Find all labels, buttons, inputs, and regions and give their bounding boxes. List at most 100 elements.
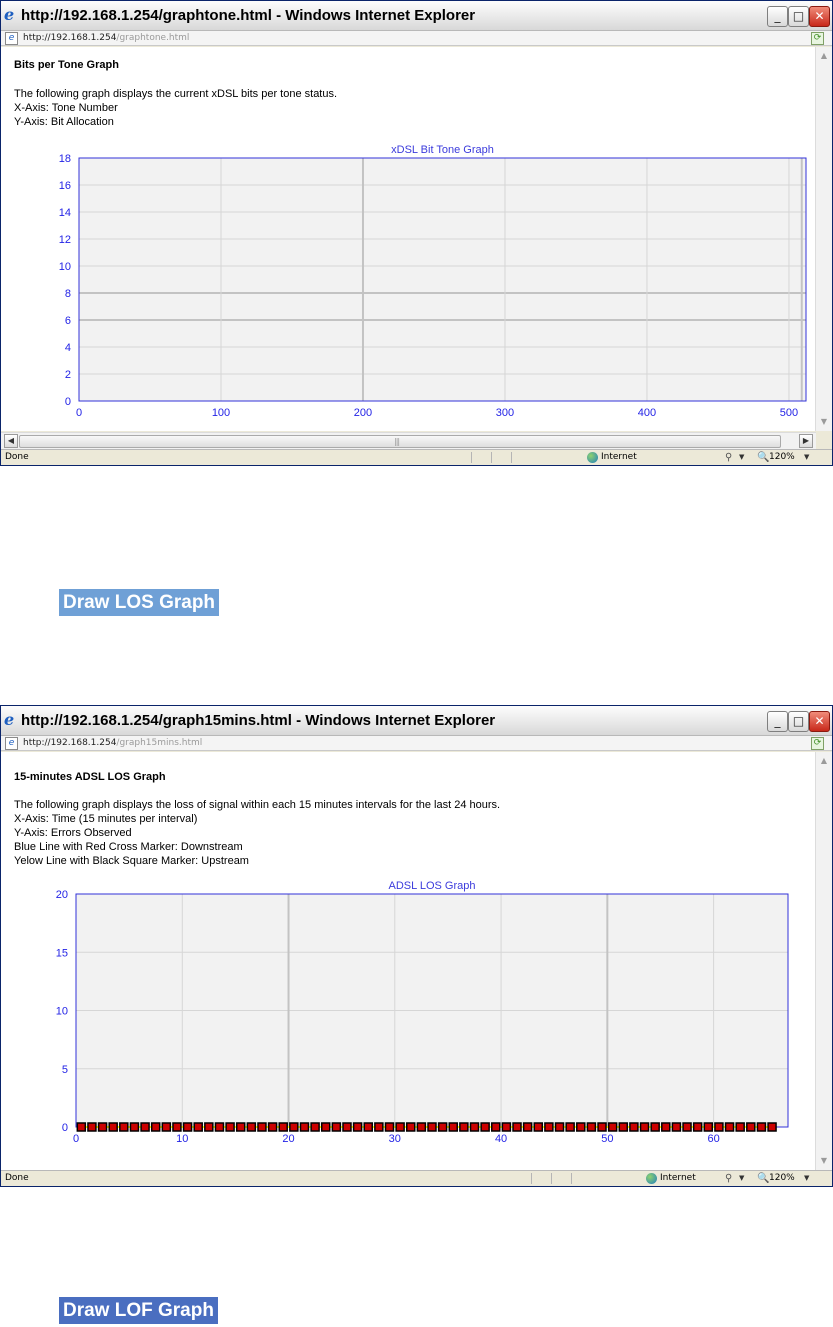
- data-point: [703, 1122, 714, 1132]
- scroll-left-icon[interactable]: ◀: [4, 434, 18, 448]
- data-point: [267, 1122, 278, 1132]
- data-point: [108, 1122, 118, 1132]
- ie-logo-icon: e: [4, 5, 15, 24]
- scroll-thumb[interactable]: |||: [19, 435, 781, 448]
- data-point: [235, 1122, 246, 1132]
- globe-icon: [646, 1173, 657, 1184]
- zoom-level[interactable]: 120%: [769, 450, 795, 465]
- data-point: [246, 1122, 257, 1132]
- chevron-down-icon[interactable]: ▼: [804, 1171, 809, 1186]
- security-zone: Internet: [601, 452, 637, 462]
- data-point: [724, 1122, 735, 1132]
- data-point: [512, 1122, 522, 1132]
- window-title: http://192.168.1.254/graphtone.html - Wi…: [21, 7, 476, 24]
- y-tick-label: 15: [56, 947, 68, 959]
- data-point: [119, 1122, 129, 1132]
- data-point: [735, 1122, 745, 1132]
- data-point: [384, 1122, 395, 1132]
- draw-los-graph-button[interactable]: Draw LOS Graph: [59, 589, 220, 616]
- data-point: [522, 1122, 533, 1132]
- minimize-button[interactable]: _: [767, 6, 788, 27]
- x-tick-label: 10: [176, 1133, 188, 1145]
- data-point: [565, 1122, 575, 1132]
- address-url[interactable]: http://192.168.1.254/graphtone.html: [23, 32, 189, 44]
- data-point: [746, 1122, 756, 1132]
- status-text: Done: [5, 1173, 29, 1183]
- protected-mode-icon[interactable]: ⚲: [725, 1171, 732, 1186]
- scroll-down-icon[interactable]: ▼: [817, 1154, 831, 1168]
- chevron-down-icon[interactable]: ▼: [804, 450, 809, 465]
- refresh-icon[interactable]: ⟳: [811, 32, 824, 45]
- y-tick-label: 12: [59, 234, 71, 246]
- y-tick-label: 6: [65, 315, 71, 327]
- data-point: [448, 1122, 459, 1132]
- status-divider: [551, 1173, 552, 1184]
- zoom-icon[interactable]: 🔍: [757, 450, 769, 465]
- data-point: [352, 1122, 363, 1132]
- y-tick-label: 5: [62, 1064, 68, 1076]
- data-point: [374, 1122, 384, 1132]
- data-point: [597, 1122, 607, 1132]
- bit-tone-chart: xDSL Bit Tone Graph 0 2 4 6 8 10 12 14 16 18 0 100 2…: [59, 144, 807, 419]
- chevron-down-icon[interactable]: ▼: [739, 450, 744, 465]
- data-point: [161, 1122, 172, 1132]
- data-point: [671, 1122, 682, 1132]
- data-point: [363, 1122, 373, 1132]
- address-bar[interactable]: e http://192.168.1.254/graph15mins.html …: [1, 736, 832, 751]
- page-content: Bits per Tone Graph The following graph …: [1, 47, 816, 431]
- address-bar[interactable]: e http://192.168.1.254/graphtone.html ⟳: [1, 31, 832, 46]
- data-point: [501, 1122, 512, 1132]
- y-tick-label: 18: [59, 153, 71, 165]
- data-point: [299, 1122, 310, 1132]
- data-point: [193, 1122, 203, 1132]
- maximize-button[interactable]: □: [788, 711, 809, 732]
- close-button[interactable]: ✕: [809, 711, 830, 732]
- status-divider: [491, 452, 492, 463]
- y-tick-label: 14: [59, 207, 71, 219]
- data-point: [661, 1122, 671, 1132]
- browser-window-los: e http://192.168.1.254/graph15mins.html …: [0, 705, 833, 1187]
- data-point: [416, 1122, 427, 1132]
- scroll-down-icon[interactable]: ▼: [817, 415, 831, 429]
- scroll-right-icon[interactable]: ▶: [799, 434, 813, 448]
- x-tick-label: 20: [282, 1133, 294, 1145]
- y-tick-label: 4: [65, 342, 71, 354]
- y-tick-label: 16: [59, 180, 71, 192]
- data-point: [320, 1122, 331, 1132]
- data-point: [469, 1122, 480, 1132]
- address-url[interactable]: http://192.168.1.254/graph15mins.html: [23, 737, 202, 749]
- y-tick-label: 10: [56, 1006, 68, 1018]
- data-point: [629, 1122, 639, 1132]
- horizontal-scrollbar[interactable]: ◀ ||| ▶: [1, 432, 816, 449]
- page-content: 15-minutes ADSL LOS Graph The following …: [1, 752, 816, 1170]
- zoom-level[interactable]: 120%: [769, 1171, 795, 1186]
- data-point: [395, 1122, 405, 1132]
- y-tick-label: 10: [59, 261, 71, 273]
- data-point: [342, 1122, 352, 1132]
- data-point: [459, 1122, 469, 1132]
- data-point: [554, 1122, 565, 1132]
- data-point: [756, 1122, 767, 1132]
- vertical-scrollbar[interactable]: ▲ ▼: [815, 47, 832, 431]
- chevron-down-icon[interactable]: ▼: [739, 1171, 744, 1186]
- data-point: [586, 1122, 597, 1132]
- title-bar[interactable]: e http://192.168.1.254/graphtone.html - …: [1, 1, 832, 31]
- close-button[interactable]: ✕: [809, 6, 830, 27]
- title-bar[interactable]: e http://192.168.1.254/graph15mins.html …: [1, 706, 832, 736]
- minimize-button[interactable]: _: [767, 711, 788, 732]
- protected-mode-icon[interactable]: ⚲: [725, 450, 732, 465]
- data-point: [150, 1122, 161, 1132]
- data-point: [87, 1122, 97, 1132]
- data-point: [129, 1122, 140, 1132]
- vertical-scrollbar[interactable]: ▲ ▼: [815, 752, 832, 1170]
- refresh-icon[interactable]: ⟳: [811, 737, 824, 750]
- zoom-icon[interactable]: 🔍: [757, 1171, 769, 1186]
- data-point: [714, 1122, 724, 1132]
- data-point: [607, 1122, 618, 1132]
- data-point: [437, 1122, 448, 1132]
- scroll-up-icon[interactable]: ▲: [817, 49, 831, 63]
- maximize-button[interactable]: □: [788, 6, 809, 27]
- data-point: [618, 1122, 629, 1132]
- scroll-up-icon[interactable]: ▲: [817, 754, 831, 768]
- draw-lof-graph-button[interactable]: Draw LOF Graph: [59, 1297, 218, 1324]
